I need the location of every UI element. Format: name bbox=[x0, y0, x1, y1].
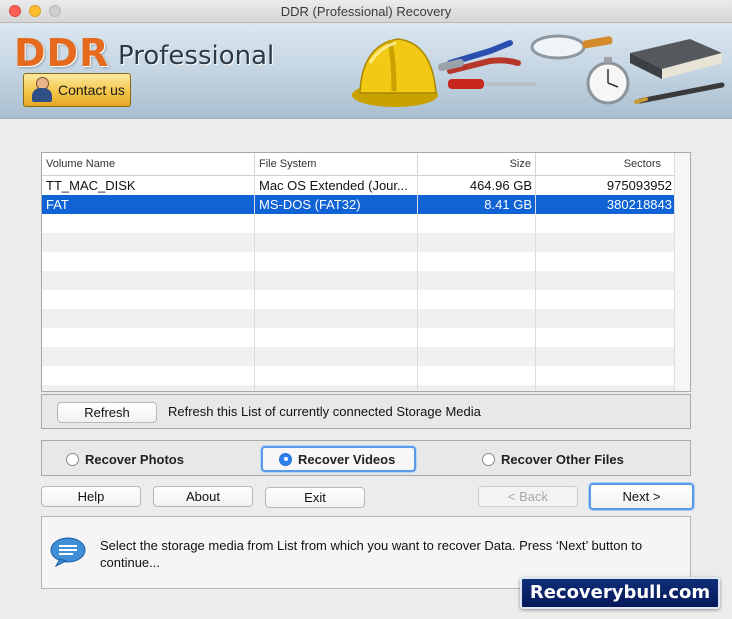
contact-us-button[interactable]: Contact us bbox=[23, 73, 131, 107]
table-vertical-scrollbar[interactable] bbox=[674, 153, 690, 391]
table-row-selected[interactable]: FAT MS-DOS (FAT32) 8.41 GB 380218843 bbox=[42, 195, 676, 214]
volume-name-cell: TT_MAC_DISK bbox=[46, 178, 136, 193]
brand-subtitle: Professional bbox=[118, 41, 275, 71]
recover-photos-label: Recover Photos bbox=[85, 451, 184, 467]
speech-bubble-icon bbox=[50, 537, 86, 567]
back-button[interactable]: < Back bbox=[478, 486, 578, 507]
refresh-button[interactable]: Refresh bbox=[57, 402, 157, 423]
window-titlebar: DDR (Professional) Recovery bbox=[0, 0, 732, 23]
column-header-sectors[interactable]: Sectors bbox=[536, 153, 676, 175]
column-header-file-system[interactable]: File System bbox=[255, 153, 418, 175]
radio-button-icon bbox=[66, 452, 79, 466]
hard-hat-icon bbox=[352, 38, 438, 107]
file-system-cell: Mac OS Extended (Jour... bbox=[259, 178, 408, 193]
volume-name-cell: FAT bbox=[46, 197, 69, 212]
sectors-cell: 380218843 bbox=[606, 197, 672, 212]
contact-us-label: Contact us bbox=[58, 82, 125, 98]
help-button[interactable]: Help bbox=[41, 486, 141, 507]
table-row-empty bbox=[42, 290, 676, 309]
app-banner: DDR Professional Contact us bbox=[0, 23, 732, 119]
table-row-empty bbox=[42, 328, 676, 347]
tools-illustration bbox=[352, 34, 725, 107]
refresh-panel: Refresh Refresh this List of currently c… bbox=[41, 394, 691, 429]
watermark-badge: Recoverybull.com bbox=[520, 577, 720, 609]
exit-button[interactable]: Exit bbox=[265, 487, 365, 508]
magnifier-icon bbox=[530, 34, 613, 60]
column-divider bbox=[254, 176, 255, 391]
info-message: Select the storage media from List from … bbox=[100, 538, 643, 570]
table-body: TT_MAC_DISK Mac OS Extended (Jour... 464… bbox=[42, 176, 676, 391]
radio-button-selected-icon bbox=[279, 452, 292, 466]
table-row-empty bbox=[42, 271, 676, 290]
table-row-empty bbox=[42, 366, 676, 385]
column-header-volume-name[interactable]: Volume Name bbox=[42, 153, 255, 175]
recover-photos-option[interactable]: Recover Photos bbox=[66, 447, 184, 471]
table-row-empty bbox=[42, 252, 676, 271]
pliers-icon bbox=[438, 40, 521, 74]
pen-icon bbox=[634, 82, 725, 104]
next-button[interactable]: Next > bbox=[589, 483, 694, 510]
storage-media-table: Volume Name File System Size Sectors TT_… bbox=[41, 152, 691, 392]
recovery-mode-panel: Recover Photos Recover Videos Recover Ot… bbox=[41, 440, 691, 476]
table-row[interactable]: TT_MAC_DISK Mac OS Extended (Jour... 464… bbox=[42, 176, 676, 195]
table-row-empty bbox=[42, 214, 676, 233]
person-icon bbox=[30, 77, 54, 103]
column-divider bbox=[417, 176, 418, 391]
radio-button-icon bbox=[482, 452, 495, 466]
size-cell: 464.96 GB bbox=[469, 178, 532, 193]
column-header-size[interactable]: Size bbox=[418, 153, 536, 175]
size-cell: 8.41 GB bbox=[484, 197, 532, 212]
column-divider bbox=[535, 176, 536, 391]
brand-logo: DDR bbox=[14, 31, 110, 75]
screwdriver-icon bbox=[448, 79, 536, 89]
window-title: DDR (Professional) Recovery bbox=[280, 4, 452, 19]
table-row-empty bbox=[42, 347, 676, 366]
table-row-empty bbox=[42, 233, 676, 252]
recover-videos-option[interactable]: Recover Videos bbox=[261, 446, 416, 472]
refresh-description: Refresh this List of currently connected… bbox=[168, 404, 481, 419]
recover-other-files-option[interactable]: Recover Other Files bbox=[482, 447, 624, 471]
book-icon bbox=[630, 39, 722, 79]
table-header: Volume Name File System Size Sectors bbox=[42, 153, 676, 176]
file-system-cell: MS-DOS (FAT32) bbox=[259, 197, 361, 212]
table-row-empty bbox=[42, 385, 676, 391]
recover-videos-label: Recover Videos bbox=[298, 451, 396, 467]
sectors-cell: 975093952 bbox=[606, 178, 672, 193]
stopwatch-icon bbox=[586, 57, 630, 105]
recover-other-files-label: Recover Other Files bbox=[501, 451, 624, 467]
about-button[interactable]: About bbox=[153, 486, 253, 507]
table-row-empty bbox=[42, 309, 676, 328]
